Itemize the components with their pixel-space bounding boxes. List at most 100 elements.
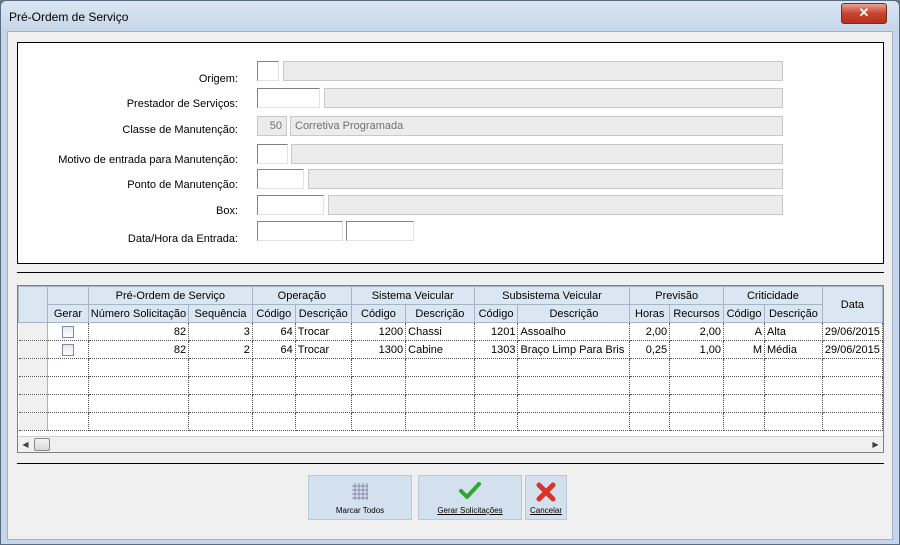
group-header-previsao: Previsão <box>629 286 725 305</box>
row-header[interactable] <box>18 322 49 341</box>
motivo-code-input[interactable] <box>257 144 288 164</box>
scroll-left-icon[interactable]: ◀ <box>18 437 33 452</box>
horas-cell: 0,25 <box>629 340 671 359</box>
numero-cell: 82 <box>88 340 190 359</box>
op-codigo-cell: 64 <box>252 340 296 359</box>
classe-code-field: 50 <box>257 116 287 136</box>
form-panel: Origem: Prestador de Serviços: Classe de… <box>17 42 884 264</box>
table-row-empty[interactable] <box>18 376 883 395</box>
table-row-empty[interactable] <box>18 412 883 431</box>
sequencia-cell: 2 <box>188 340 253 359</box>
gerar-cell[interactable] <box>47 340 89 359</box>
col-header-crit-descricao[interactable]: Descrição <box>763 304 823 323</box>
recursos-cell: 1,00 <box>669 340 725 359</box>
data-entrada-input[interactable] <box>257 221 343 241</box>
crit-descricao-cell: Alta <box>764 322 823 341</box>
origem-code-input[interactable] <box>257 61 279 81</box>
data-hora-label: Data/Hora da Entrada: <box>127 233 238 245</box>
col-header-horas[interactable]: Horas <box>629 304 671 323</box>
classe-label: Classe de Manutenção: <box>122 124 238 136</box>
cancelar-label: Cancelar <box>529 506 562 515</box>
data-cell: 29/06/2015 <box>822 340 883 359</box>
scrollbar-thumb[interactable] <box>34 438 50 451</box>
table-row[interactable]: 82 3 64 Trocar 1200 Chassi 1201 Assoalho… <box>18 322 883 341</box>
client-area: Origem: Prestador de Serviços: Classe de… <box>7 31 893 540</box>
classe-desc-field: Corretiva Programada <box>290 116 783 136</box>
col-header-sub-codigo[interactable]: Código <box>473 304 519 323</box>
crit-codigo-cell: M <box>723 340 765 359</box>
gerar-cell[interactable] <box>47 322 89 341</box>
ponto-desc-field <box>308 169 783 189</box>
col-header-data[interactable]: Data <box>821 286 883 323</box>
marcar-todos-label: Marcar Todos <box>335 506 385 515</box>
ponto-code-input[interactable] <box>257 169 304 189</box>
col-header-sequencia[interactable]: Sequência <box>188 304 253 323</box>
box-label: Box: <box>215 205 238 217</box>
window: Pré-Ordem de Serviço ✕ Origem: Prestador… <box>0 0 900 545</box>
crit-descricao-cell: Média <box>764 340 823 359</box>
grid-table: Pré-Ordem de Serviço Operação Sistema Ve… <box>18 286 883 431</box>
prestador-code-input[interactable] <box>257 88 320 108</box>
group-header-sistema: Sistema Veicular <box>350 286 475 305</box>
group-header-subsistema: Subsistema Veicular <box>473 286 631 305</box>
horas-cell: 2,00 <box>629 322 671 341</box>
prestador-desc-field <box>324 88 783 108</box>
col-header-op-codigo[interactable]: Código <box>251 304 296 323</box>
sis-descricao-cell: Chassi <box>405 322 475 341</box>
sis-codigo-cell: 1200 <box>351 322 407 341</box>
grid-group-spacer <box>47 286 89 305</box>
grid-icon <box>352 483 368 500</box>
table-row[interactable]: 82 2 64 Trocar 1300 Cabine 1303 Braço Li… <box>18 340 883 359</box>
table-row-empty[interactable] <box>18 358 883 377</box>
sis-descricao-cell: Cabine <box>405 340 475 359</box>
prestador-label: Prestador de Serviços: <box>126 98 238 110</box>
sub-codigo-cell: 1303 <box>474 340 519 359</box>
horizontal-scrollbar[interactable]: ◀ ▶ <box>18 436 883 452</box>
col-header-sis-codigo[interactable]: Código <box>350 304 407 323</box>
gerar-solicitacoes-button[interactable]: Gerar Solicitações <box>418 475 522 520</box>
table-row-empty[interactable] <box>18 394 883 413</box>
separator-bottom <box>17 463 884 464</box>
row-header[interactable] <box>18 376 49 395</box>
row-header[interactable] <box>18 340 49 359</box>
close-button[interactable]: ✕ <box>841 3 887 24</box>
solicitacoes-grid: Pré-Ordem de Serviço Operação Sistema Ve… <box>17 285 884 453</box>
col-header-sis-descricao[interactable]: Descrição <box>405 304 475 323</box>
green-check-icon <box>459 482 481 499</box>
cancelar-button[interactable]: Cancelar <box>525 475 567 520</box>
group-header-operacao: Operação <box>251 286 352 305</box>
gerar-checkbox[interactable] <box>61 325 74 338</box>
sub-descricao-cell: Assoalho <box>517 322 631 341</box>
recursos-cell: 2,00 <box>669 322 725 341</box>
op-descricao-cell: Trocar <box>295 340 352 359</box>
close-icon: ✕ <box>858 5 870 20</box>
sub-descricao-cell: Braço Limp Para Bris <box>517 340 631 359</box>
row-header[interactable] <box>18 412 49 431</box>
grid-corner <box>18 286 49 323</box>
crit-codigo-cell: A <box>723 322 765 341</box>
op-codigo-cell: 64 <box>252 322 296 341</box>
col-header-op-descricao[interactable]: Descrição <box>294 304 352 323</box>
marcar-todos-button[interactable]: Marcar Todos <box>308 475 412 520</box>
gerar-solicitacoes-label: Gerar Solicitações <box>437 506 503 515</box>
data-cell: 29/06/2015 <box>822 322 883 341</box>
box-code-input[interactable] <box>257 195 324 215</box>
col-header-sub-descricao[interactable]: Descrição <box>517 304 631 323</box>
sub-codigo-cell: 1201 <box>474 322 519 341</box>
origem-label: Origem: <box>198 73 238 85</box>
separator-top <box>17 272 884 273</box>
motivo-label: Motivo de entrada para Manutenção: <box>58 154 238 166</box>
hora-entrada-input[interactable] <box>346 221 414 241</box>
window-title: Pré-Ordem de Serviço <box>9 10 129 24</box>
op-descricao-cell: Trocar <box>295 322 352 341</box>
gerar-checkbox[interactable] <box>61 343 74 356</box>
col-header-numero[interactable]: Número Solicitação <box>87 304 190 323</box>
row-header[interactable] <box>18 358 49 377</box>
sequencia-cell: 3 <box>188 322 253 341</box>
col-header-gerar[interactable]: Gerar <box>47 304 89 323</box>
col-header-crit-codigo[interactable]: Código <box>723 304 765 323</box>
col-header-recursos[interactable]: Recursos <box>669 304 725 323</box>
title-bar: Pré-Ordem de Serviço ✕ <box>1 1 899 31</box>
row-header[interactable] <box>18 394 49 413</box>
scroll-right-icon[interactable]: ▶ <box>868 437 883 452</box>
